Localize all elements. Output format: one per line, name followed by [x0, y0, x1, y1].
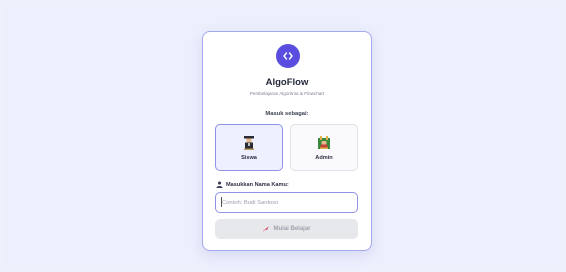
- rocket-icon: [263, 226, 270, 232]
- login-card: AlgoFlow Pembelajaran Algoritma & Flowch…: [202, 31, 372, 251]
- role-label-admin: Admin: [315, 154, 333, 161]
- app-title: AlgoFlow: [265, 77, 309, 88]
- login-as-heading: Masuk sebagai:: [265, 111, 309, 117]
- start-learning-label: Mulai Belajar: [273, 226, 311, 232]
- text-cursor: [221, 197, 222, 207]
- app-tagline: Pembelajaran Algoritma & Flowchart: [249, 91, 325, 96]
- role-label-siswa: Siswa: [241, 154, 257, 161]
- code-brackets-icon: [283, 52, 293, 60]
- student-icon: [244, 135, 254, 150]
- person-icon: [216, 181, 223, 188]
- name-field-label: Masukkan Nama Kamu:: [216, 181, 289, 188]
- role-option-admin[interactable]: Admin: [290, 124, 358, 171]
- name-field-label-text: Masukkan Nama Kamu:: [226, 181, 289, 188]
- app-logo: [276, 44, 300, 68]
- role-option-siswa[interactable]: Siswa: [215, 124, 283, 171]
- start-learning-button[interactable]: Mulai Belajar: [215, 219, 358, 239]
- admin-icon: [318, 135, 330, 149]
- name-input[interactable]: [215, 192, 358, 213]
